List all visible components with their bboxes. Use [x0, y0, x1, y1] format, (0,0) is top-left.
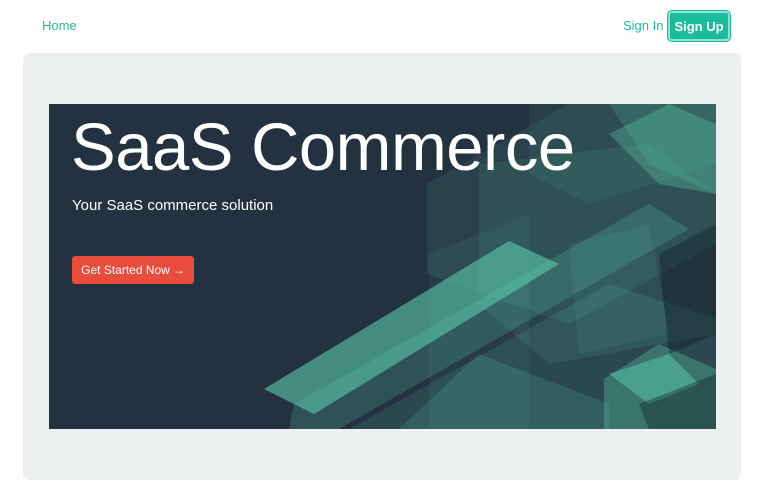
- get-started-button[interactable]: Get Started Now →: [72, 256, 194, 284]
- sign-up-button[interactable]: Sign Up: [668, 11, 730, 41]
- jumbotron: SaaS Commerce Your SaaS commerce solutio…: [23, 53, 741, 480]
- navbar: Home Sign In Sign Up: [0, 0, 760, 52]
- arrow-right-icon: →: [172, 263, 185, 277]
- hero-banner: SaaS Commerce Your SaaS commerce solutio…: [49, 104, 716, 429]
- hero-subtitle: Your SaaS commerce solution: [72, 197, 274, 214]
- hero-title: SaaS Commerce: [71, 110, 575, 185]
- get-started-label: Get Started Now: [81, 263, 170, 277]
- nav-home-link[interactable]: Home: [42, 17, 77, 35]
- nav-sign-in-link[interactable]: Sign In: [623, 17, 663, 35]
